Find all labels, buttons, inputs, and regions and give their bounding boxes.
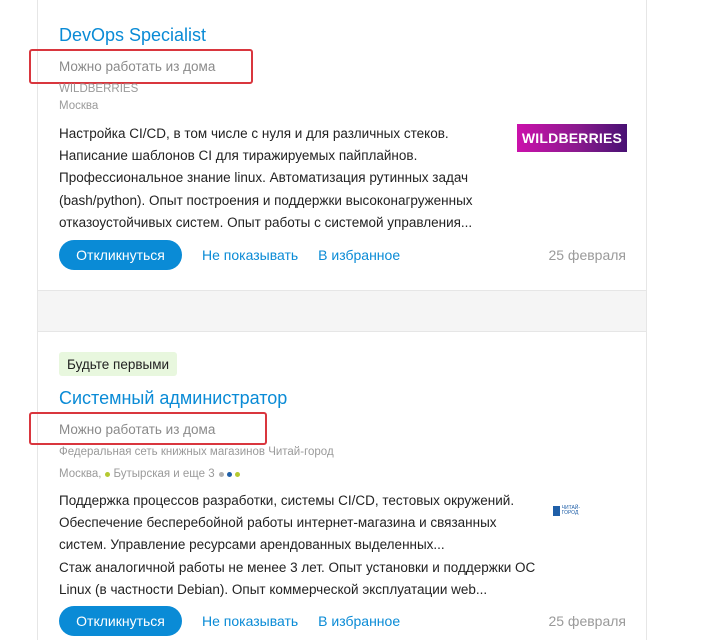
vacancy-card: Будьте первыми Системный администратор М…: [29, 332, 646, 640]
vacancy-feed: DevOps Specialist Можно работать из дома…: [29, 0, 647, 640]
vacancy-actions: Откликнуться Не показывать В избранное: [59, 606, 400, 636]
hide-link[interactable]: Не показывать: [202, 247, 298, 263]
remote-work-label: Можно работать из дома: [59, 59, 216, 74]
card-separator: [38, 290, 646, 332]
be-first-badge: Будьте первыми: [59, 352, 178, 376]
chitai-gorod-logo-mark: [553, 506, 560, 516]
vacancy-card: DevOps Specialist Можно работать из дома…: [29, 0, 646, 290]
description-line: систем. Управление ресурсами арендованны…: [59, 537, 445, 553]
description-line: (bash/python). Опыт построения и поддерж…: [59, 192, 473, 208]
remote-work-label: Можно работать из дома: [59, 422, 216, 437]
favorite-link[interactable]: В избранное: [318, 247, 400, 263]
respond-button[interactable]: Откликнуться: [59, 606, 182, 636]
location-label: Москва, Бутырская и еще 3: [59, 468, 243, 480]
description-line: Настройка CI/CD, в том числе с нуля и дл…: [59, 126, 449, 141]
description-line: Обеспечение бесперебойной работы интерне…: [59, 515, 497, 531]
company-logo[interactable]: ЧИТАЙ-ГОРОД: [553, 505, 585, 517]
favorite-link[interactable]: В избранное: [318, 613, 400, 629]
city-text: Москва,: [59, 468, 102, 480]
vacancy-title-link[interactable]: DevOps Specialist: [59, 25, 206, 46]
metro-text: Бутырская и еще 3: [113, 468, 215, 480]
vacancy-description: Поддержка процессов разработки, системы …: [59, 490, 579, 601]
company-name[interactable]: Федеральная сеть книжных магазинов Читай…: [59, 446, 334, 458]
vacancy-description: Настройка CI/CD, в том числе с нуля и дл…: [59, 123, 509, 234]
hide-link[interactable]: Не показывать: [202, 613, 298, 629]
description-line: Профессиональное знание linux. Автоматиз…: [59, 170, 469, 186]
vacancy-actions: Откликнуться Не показывать В избранное: [59, 240, 400, 270]
respond-button[interactable]: Откликнуться: [59, 240, 182, 270]
city-text: Москва: [59, 100, 99, 112]
metro-line-icon: [105, 471, 111, 477]
vacancy-title-link[interactable]: Системный администратор: [59, 388, 287, 409]
publish-date: 25 февраля: [548, 613, 626, 629]
metro-lines-icon: [218, 471, 243, 477]
description-line: Написание шаблонов CI для тиражируемых п…: [59, 148, 418, 164]
publish-date: 25 февраля: [548, 247, 626, 263]
description-line: отказоустойчивых систем. Опыт работы с с…: [59, 214, 473, 230]
chitai-gorod-logo-text: ЧИТАЙ-ГОРОД: [561, 505, 581, 516]
city-label: Москва: [59, 100, 98, 112]
description-line: Стаж аналогичной работы не менее 3 лет. …: [59, 559, 536, 575]
company-logo[interactable]: WILDBERRIES: [517, 124, 627, 152]
description-line: Linux (в частности Debian). Опыт коммерч…: [59, 581, 488, 597]
description-line: Поддержка процессов разработки, системы …: [59, 493, 515, 508]
company-name[interactable]: WILDBERRIES: [59, 83, 138, 95]
